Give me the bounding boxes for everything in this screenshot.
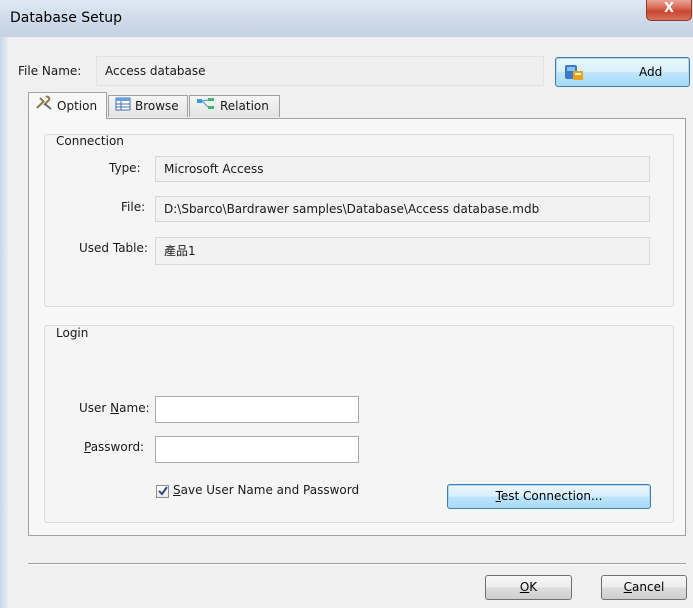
password-input[interactable] [155, 436, 359, 463]
ok-button[interactable]: OK [485, 575, 572, 600]
tools-icon [35, 94, 53, 120]
file-name-label: File Name: [18, 64, 82, 78]
window-title: Database Setup [10, 10, 122, 26]
cancel-button[interactable]: Cancel [601, 575, 687, 600]
test-connection-button[interactable]: Test Connection... [447, 484, 651, 509]
option-tab-panel: Connection Type: Microsoft Access File: … [28, 118, 686, 536]
add-button[interactable]: Add [555, 57, 690, 87]
add-button-label: Add [639, 65, 663, 79]
save-credentials-label[interactable]: Save User Name and Password [173, 483, 359, 497]
type-label: Type: [109, 161, 141, 175]
used-table-value: 產品1 [164, 244, 196, 258]
tab-option-label: Option [57, 99, 98, 113]
login-group-title: Login [56, 326, 89, 340]
title-bar: Database Setup X [0, 0, 693, 38]
file-path-value: D:\Sbarco\Bardrawer samples\Database\Acc… [164, 202, 540, 216]
checkmark-icon [157, 485, 169, 500]
database-setup-window: Database Setup X File Name: Access datab… [0, 0, 693, 608]
tab-relation-label: Relation [220, 99, 269, 113]
file-name-field: Access database [96, 56, 544, 86]
relation-icon [196, 97, 216, 117]
close-button[interactable]: X [646, 0, 692, 21]
database-add-icon [564, 63, 584, 91]
close-icon: X [663, 1, 675, 16]
username-label: User Name: [79, 401, 150, 415]
save-credentials-checkbox[interactable] [156, 485, 169, 498]
password-label: Password: [84, 440, 145, 454]
file-name-value: Access database [105, 64, 206, 78]
dialog-content: File Name: Access database Add Option Br… [8, 37, 693, 608]
tab-option[interactable]: Option [28, 92, 107, 119]
connection-group-title: Connection [56, 134, 124, 148]
type-value: Microsoft Access [164, 162, 264, 176]
username-input[interactable] [155, 396, 359, 423]
tab-browse[interactable]: Browse [108, 95, 188, 117]
table-icon [115, 97, 131, 117]
used-table-label: Used Table: [79, 241, 148, 255]
footer-separator [28, 563, 686, 565]
type-field: Microsoft Access [155, 156, 650, 182]
file-label: File: [121, 200, 146, 214]
tab-browse-label: Browse [135, 99, 179, 113]
file-path-field: D:\Sbarco\Bardrawer samples\Database\Acc… [155, 196, 650, 222]
window-left-edge [0, 37, 8, 608]
tab-relation[interactable]: Relation [189, 95, 280, 117]
used-table-field: 產品1 [155, 237, 650, 265]
